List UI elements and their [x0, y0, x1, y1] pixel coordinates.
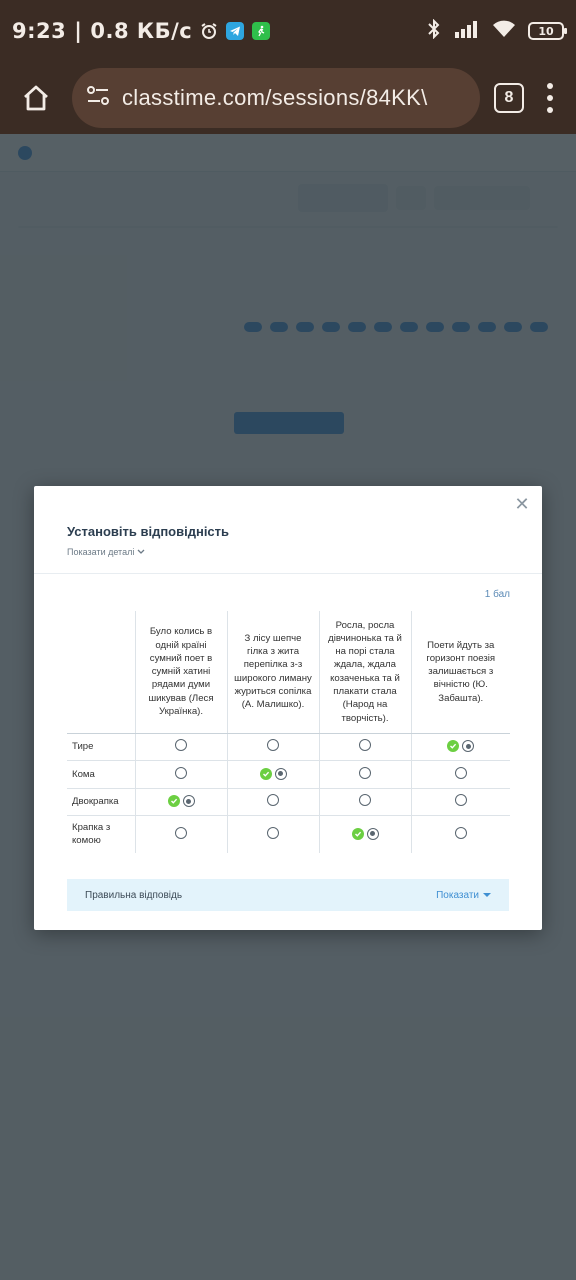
url-text: classtime.com/sessions/84KK\	[122, 85, 428, 110]
points-label: 1 бал	[484, 589, 510, 600]
row-label: Крапка з комою	[67, 815, 136, 853]
status-separator: |	[74, 19, 83, 43]
column-header: З лісу шепче гілка з жита перепілка з-з …	[226, 611, 320, 734]
radio-button[interactable]	[359, 739, 371, 752]
match-cell	[226, 787, 320, 816]
radio-button[interactable]	[454, 826, 467, 839]
match-cell-content	[267, 794, 279, 807]
table-row: Крапка з комою	[67, 815, 510, 853]
row-label: Двокрапка	[67, 787, 136, 816]
radio-button[interactable]	[454, 766, 467, 779]
match-cell-content	[267, 739, 279, 752]
match-cell-content	[359, 794, 371, 807]
match-cell-content	[454, 766, 467, 779]
alarm-icon	[200, 22, 218, 40]
close-icon[interactable]: ✕	[512, 494, 532, 514]
wifi-icon	[492, 20, 516, 43]
match-cell-content	[359, 739, 371, 752]
table-row: Двокрапка	[67, 787, 510, 816]
match-cell	[410, 787, 510, 816]
correct-check-icon	[351, 827, 364, 840]
signal-icon	[454, 20, 480, 43]
caret-down-icon	[483, 893, 491, 897]
radio-button[interactable]	[359, 794, 371, 807]
match-cell	[226, 815, 320, 853]
match-cell-content	[447, 740, 475, 753]
status-network-speed: 0.8 КБ/с	[90, 19, 193, 43]
radio-button[interactable]	[175, 766, 187, 779]
modal-divider	[34, 573, 542, 574]
bluetooth-icon	[426, 18, 442, 44]
modal-title: Установіть відповідність	[67, 524, 230, 539]
row-label: Кома	[67, 760, 136, 789]
radio-button[interactable]	[359, 766, 371, 779]
match-cell-content	[267, 826, 279, 839]
address-bar[interactable]: classtime.com/sessions/84KK\	[72, 68, 480, 128]
match-cell-content	[175, 766, 187, 779]
match-cell-content	[454, 794, 467, 807]
column-header: Поети йдуть за горизонт поезія залишаєть…	[410, 611, 510, 734]
table-corner-cell	[67, 611, 136, 734]
battery-level: 10	[538, 24, 554, 38]
correct-check-icon	[447, 740, 460, 753]
table-row: Тире	[67, 732, 510, 761]
radio-button[interactable]	[175, 739, 187, 752]
show-details-toggle[interactable]: Показати деталі	[67, 547, 145, 557]
column-header: Було колись в одній країні сумний поет в…	[134, 611, 228, 734]
correct-check-icon	[167, 795, 180, 808]
match-cell	[318, 787, 412, 816]
radio-selected[interactable]	[182, 795, 195, 808]
table-row: Кома	[67, 760, 510, 789]
match-cell	[318, 760, 412, 789]
match-cell	[226, 760, 320, 789]
home-button[interactable]	[14, 76, 58, 120]
match-cell-content	[175, 739, 187, 752]
match-cell	[318, 815, 412, 853]
match-cell-content	[259, 767, 287, 780]
match-cell-content	[351, 827, 379, 840]
match-cell	[134, 732, 228, 761]
match-cell-content	[175, 826, 187, 839]
tabs-button[interactable]: 8	[494, 83, 524, 113]
match-cell	[226, 732, 320, 761]
home-icon	[24, 85, 48, 111]
correct-check-icon	[259, 767, 272, 780]
row-label: Тире	[67, 732, 136, 761]
walking-app-icon	[252, 22, 271, 40]
telegram-icon	[226, 22, 245, 40]
match-cell	[134, 787, 228, 816]
radio-button[interactable]	[175, 826, 187, 839]
radio-selected[interactable]	[274, 767, 287, 780]
match-cell-content	[454, 826, 467, 839]
match-cell-content	[167, 795, 195, 808]
radio-button[interactable]	[267, 826, 279, 839]
match-cell	[134, 760, 228, 789]
show-details-label: Показати деталі	[67, 547, 135, 557]
match-cell	[318, 732, 412, 761]
correct-answer-bar: Правильна відповідь Показати	[67, 879, 509, 911]
battery-icon: 10	[528, 22, 567, 40]
show-answer-label: Показати	[436, 889, 479, 901]
correct-answer-label: Правильна відповідь	[85, 889, 183, 901]
chevron-down-icon	[137, 549, 145, 554]
match-cell	[410, 815, 510, 853]
column-header: Росла, росла дівчинонька та й на порі ст…	[318, 611, 412, 734]
match-cell	[134, 815, 228, 853]
radio-button[interactable]	[267, 794, 279, 807]
status-bar: 9:23 | 0.8 КБ/с 10	[0, 0, 576, 62]
radio-button[interactable]	[267, 739, 279, 752]
site-settings-icon[interactable]	[86, 85, 110, 112]
status-time: 9:23	[12, 19, 67, 43]
more-menu-button[interactable]	[538, 76, 562, 120]
match-cell-content	[359, 766, 371, 779]
radio-selected[interactable]	[366, 827, 379, 840]
match-cell	[410, 760, 510, 789]
browser-toolbar: classtime.com/sessions/84KK\ 8	[0, 62, 576, 134]
question-modal: ✕ Установіть відповідність Показати дета…	[34, 486, 542, 930]
show-answer-button[interactable]: Показати	[436, 890, 491, 901]
matching-table: Було колись в одній країні сумний поет в…	[67, 611, 510, 853]
radio-button[interactable]	[454, 794, 467, 807]
radio-selected[interactable]	[462, 740, 475, 753]
match-cell	[410, 732, 510, 761]
